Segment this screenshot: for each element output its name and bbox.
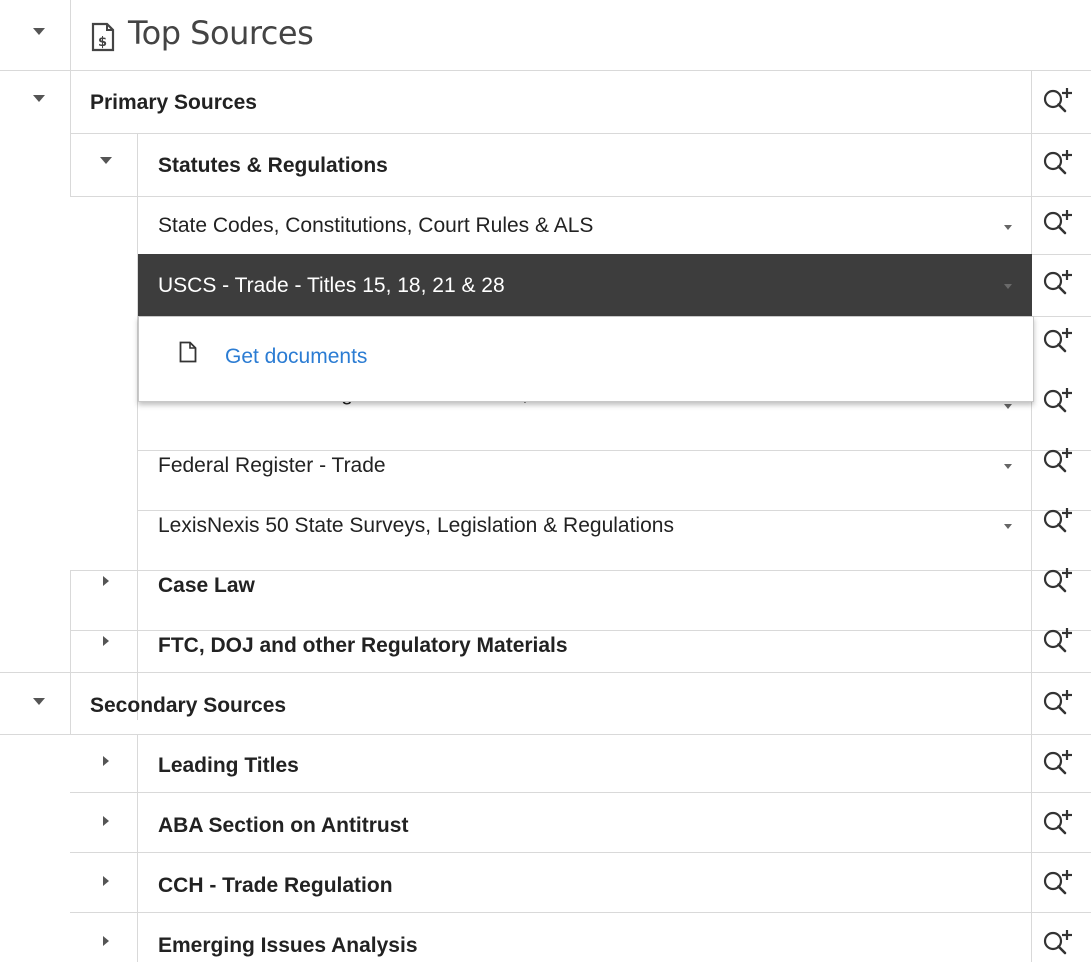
divider xyxy=(137,510,1091,511)
divider xyxy=(70,852,1091,853)
svg-text:$: $ xyxy=(98,35,107,50)
collapse-toggle-statutes[interactable] xyxy=(100,157,112,164)
divider xyxy=(70,0,71,70)
tree-item-cch-trade-regulation[interactable]: CCH - Trade Regulation xyxy=(158,874,393,898)
expand-toggle-emerging-issues[interactable] xyxy=(103,936,109,946)
expand-toggle-case-law[interactable] xyxy=(103,576,109,586)
divider xyxy=(70,570,71,672)
collapse-toggle-secondary-sources[interactable] xyxy=(33,698,45,705)
search-plus-icon[interactable] xyxy=(1042,148,1076,178)
divider xyxy=(137,450,1091,451)
dropdown-caret-icon[interactable] xyxy=(1004,225,1012,230)
document-icon xyxy=(179,341,197,363)
search-plus-icon[interactable] xyxy=(1042,688,1076,718)
expand-toggle-leading-titles[interactable] xyxy=(103,756,109,766)
dropdown-caret-icon[interactable] xyxy=(1004,464,1012,469)
divider xyxy=(70,912,1091,913)
get-documents-link[interactable]: Get documents xyxy=(225,345,367,369)
tree-item-primary-sources[interactable]: Primary Sources xyxy=(90,91,257,115)
search-plus-icon[interactable] xyxy=(1042,386,1076,416)
context-menu: Get documents xyxy=(138,316,1034,402)
divider xyxy=(0,734,1091,735)
divider xyxy=(0,672,1091,673)
divider xyxy=(70,792,1091,793)
search-plus-icon[interactable] xyxy=(1042,928,1076,958)
divider xyxy=(70,630,1091,631)
dropdown-caret-icon[interactable] xyxy=(1004,284,1012,289)
expand-toggle-ftc-doj[interactable] xyxy=(103,636,109,646)
search-plus-icon[interactable] xyxy=(1042,446,1076,476)
dropdown-caret-icon[interactable] xyxy=(1004,524,1012,529)
tree-item-aba-antitrust[interactable]: ABA Section on Antitrust xyxy=(158,814,408,838)
divider xyxy=(1031,70,1032,962)
tree-item-emerging-issues[interactable]: Emerging Issues Analysis xyxy=(158,934,418,958)
tree-item-50-state-surveys[interactable]: LexisNexis 50 State Surveys, Legislation… xyxy=(158,514,674,538)
tree-item-ftc-doj[interactable]: FTC, DOJ and other Regulatory Materials xyxy=(158,634,568,658)
divider xyxy=(70,196,1091,197)
tree-item-statutes-regulations[interactable]: Statutes & Regulations xyxy=(158,154,388,178)
search-plus-icon[interactable] xyxy=(1042,268,1076,298)
search-plus-icon[interactable] xyxy=(1042,808,1076,838)
source-list-icon: $ xyxy=(91,22,115,52)
divider xyxy=(70,570,1091,571)
tree-item-leading-titles[interactable]: Leading Titles xyxy=(158,754,299,778)
search-plus-icon[interactable] xyxy=(1042,868,1076,898)
expand-toggle-cch[interactable] xyxy=(103,876,109,886)
divider xyxy=(137,134,138,196)
divider xyxy=(1031,316,1091,317)
search-plus-icon[interactable] xyxy=(1042,566,1076,596)
search-plus-icon[interactable] xyxy=(1042,748,1076,778)
tree-item-state-codes[interactable]: State Codes, Constitutions, Court Rules … xyxy=(158,214,593,238)
tree-item-secondary-sources[interactable]: Secondary Sources xyxy=(90,694,286,718)
page-title: Top Sources xyxy=(128,14,314,52)
divider xyxy=(0,70,1091,71)
search-plus-icon[interactable] xyxy=(1042,208,1076,238)
divider xyxy=(70,133,1091,134)
search-plus-icon[interactable] xyxy=(1042,86,1076,116)
dropdown-caret-icon[interactable] xyxy=(1004,404,1012,409)
divider xyxy=(137,734,138,962)
search-plus-icon[interactable] xyxy=(1042,506,1076,536)
expand-toggle-aba-antitrust[interactable] xyxy=(103,816,109,826)
tree-item-uscs-trade[interactable]: USCS - Trade - Titles 15, 18, 21 & 28 xyxy=(158,274,505,298)
collapse-toggle-primary-sources[interactable] xyxy=(33,95,45,102)
tree-item-federal-register[interactable]: Federal Register - Trade xyxy=(158,454,386,478)
tree-item-case-law[interactable]: Case Law xyxy=(158,574,255,598)
collapse-toggle-top-sources[interactable] xyxy=(33,28,45,35)
divider xyxy=(70,672,71,734)
search-plus-icon[interactable] xyxy=(1042,626,1076,656)
search-plus-icon[interactable] xyxy=(1042,326,1076,356)
